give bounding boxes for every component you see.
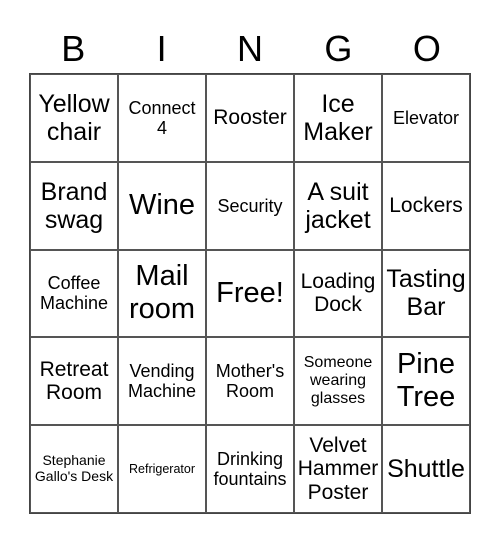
bingo-cell[interactable]: Lockers [382,161,470,250]
bingo-cell[interactable]: Someone wearing glasses [294,337,382,426]
bingo-cell[interactable]: Elevator [382,74,470,162]
bingo-cell[interactable]: Tasting Bar [382,249,470,338]
bingo-cell[interactable]: Drinking fountains [206,425,294,513]
bingo-cell[interactable]: Retreat Room [30,337,118,426]
bingo-cell[interactable]: Rooster [206,74,294,162]
free-space-cell[interactable]: Free! [206,249,294,338]
bingo-cell[interactable]: Shuttle [382,425,470,513]
bingo-cell[interactable]: Vending Machine [118,337,206,426]
bingo-cell[interactable]: Pine Tree [382,337,470,426]
header-letter-o: O [412,28,441,69]
bingo-cell[interactable]: Yellow chair [30,74,118,162]
bingo-cell[interactable]: Mother's Room [206,337,294,426]
bingo-cell[interactable]: Ice Maker [294,74,382,162]
bingo-cell[interactable]: Brand swag [30,161,118,250]
bingo-cell[interactable]: A suit jacket [294,161,382,250]
bingo-cell[interactable]: Refrigerator [118,425,206,513]
bingo-cell[interactable]: Stephanie Gallo's Desk [30,425,118,513]
bingo-cell[interactable]: Connect 4 [118,74,206,162]
bingo-grid: Yellow chair Connect 4 Rooster Ice Maker Ele… [29,73,471,514]
header-letter-g: G [324,28,353,69]
bingo-cell[interactable]: Velvet Hammer Poster [294,425,382,513]
bingo-cell[interactable]: Wine [118,161,206,250]
bingo-cell[interactable]: Loading Dock [294,249,382,338]
bingo-cell[interactable]: Coffee Machine [30,249,118,338]
bingo-header: B I N G O [29,26,471,72]
header-letter-i: I [156,28,167,69]
bingo-cell[interactable]: Mail room [118,249,206,338]
bingo-cell[interactable]: Security [206,161,294,250]
header-letter-b: B [61,28,86,69]
header-letter-n: N [237,28,264,69]
